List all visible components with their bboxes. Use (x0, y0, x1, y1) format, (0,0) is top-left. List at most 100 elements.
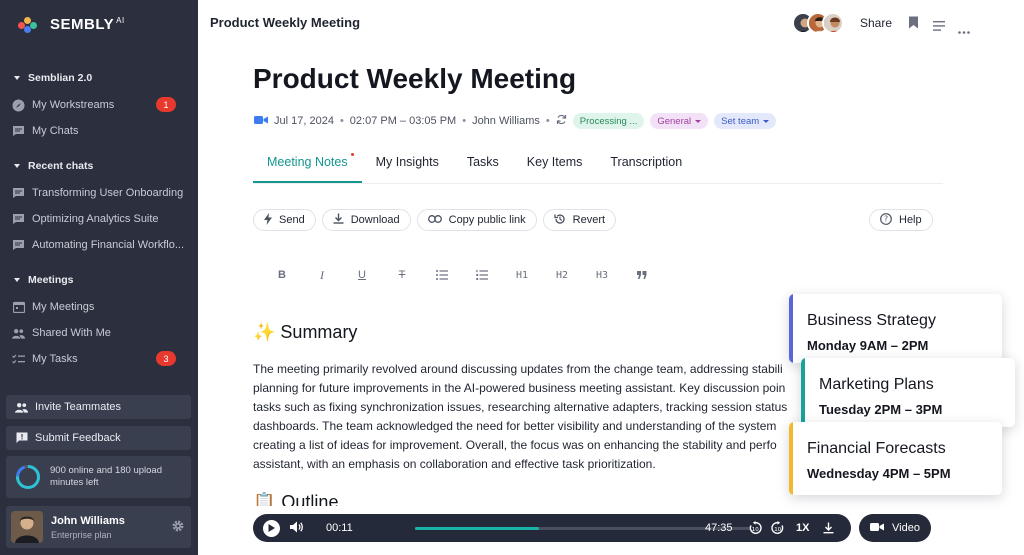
send-button[interactable]: Send (253, 209, 316, 231)
tab-meeting-notes[interactable]: Meeting Notes (253, 153, 362, 183)
help-button[interactable]: ? Help (869, 209, 933, 231)
heading-3-button[interactable]: H3 (582, 267, 622, 283)
sidebar-item-my-workstreams[interactable]: My Workstreams 1 (12, 95, 188, 115)
page-title: Product Weekly Meeting (253, 63, 577, 94)
people-icon (15, 401, 28, 414)
tab-bar: Meeting Notes My Insights Tasks Key Item… (253, 153, 696, 183)
download-icon (333, 213, 344, 227)
numbered-list-icon[interactable] (462, 267, 502, 283)
more-options-icon[interactable] (958, 21, 970, 39)
brand-name: SEMBLY AI (50, 16, 125, 33)
tag-dropdown[interactable]: General (650, 113, 709, 129)
history-icon (554, 213, 566, 228)
heading-2-button[interactable]: H2 (542, 267, 582, 283)
sidebar: SEMBLY AI Semblian 2.0 My Workstreams 1 M… (0, 0, 198, 555)
chat-icon (12, 187, 25, 200)
strikethrough-icon[interactable]: T (382, 267, 422, 283)
clipboard-icon: 📋 (253, 492, 276, 506)
download-icon[interactable] (823, 522, 834, 537)
revert-button[interactable]: Revert (542, 209, 617, 231)
user-name: John Williams (51, 514, 125, 527)
gear-icon[interactable] (171, 519, 185, 538)
question-circle-icon: ? (880, 212, 892, 228)
share-button[interactable]: Share (860, 16, 892, 30)
tab-key-items[interactable]: Key Items (513, 155, 597, 183)
volume-icon[interactable] (290, 521, 304, 536)
submit-feedback-button[interactable]: Submit Feedback (6, 426, 191, 450)
quote-icon[interactable] (622, 267, 662, 283)
rewind-10-icon[interactable]: 10 (748, 521, 762, 538)
caret-down-icon (14, 278, 20, 282)
video-camera-icon (870, 522, 885, 535)
lightning-icon (264, 212, 272, 228)
italic-icon[interactable]: I (302, 267, 342, 283)
section-semblian[interactable]: Semblian 2.0 (14, 72, 92, 84)
svg-text:10: 10 (774, 527, 781, 533)
section-meetings[interactable]: Meetings (14, 274, 74, 286)
feedback-icon (15, 432, 28, 445)
card-accent-bar (789, 422, 793, 495)
team-dropdown[interactable]: Set team (714, 113, 777, 129)
user-plan: Enterprise plan (51, 529, 112, 540)
caret-down-icon (14, 164, 20, 168)
tasks-icon (12, 353, 25, 366)
schedule-card[interactable]: Business Strategy Monday 9AM – 2PM (789, 294, 1002, 363)
user-profile[interactable]: John Williams Enterprise plan (6, 506, 191, 548)
seek-bar[interactable] (415, 527, 751, 530)
forward-10-icon[interactable]: 10 (771, 521, 785, 538)
bold-icon[interactable]: B (262, 267, 302, 283)
invite-teammates-button[interactable]: Invite Teammates (6, 395, 191, 419)
menu-lines-icon[interactable] (933, 18, 945, 36)
avatar (11, 511, 43, 543)
calendar-icon (12, 301, 25, 314)
heading-1-button[interactable]: H1 (502, 267, 542, 283)
meeting-time: 02:07 PM – 03:05 PM (349, 115, 457, 127)
video-button[interactable]: Video (859, 514, 931, 542)
tab-my-insights[interactable]: My Insights (362, 155, 453, 183)
current-time: 00:11 (326, 522, 353, 534)
copy-public-link-button[interactable]: Copy public link (416, 209, 537, 231)
bullet-list-icon[interactable] (422, 267, 462, 283)
tab-tasks[interactable]: Tasks (453, 155, 513, 183)
playback-speed-button[interactable]: 1X (796, 522, 809, 534)
chat-icon (12, 213, 25, 226)
section-recent-chats[interactable]: Recent chats (14, 160, 93, 172)
participants-avatars[interactable] (792, 12, 844, 34)
underline-icon[interactable]: U (342, 267, 382, 283)
status-badge: Processing ... (572, 113, 645, 129)
svg-text:?: ? (884, 214, 888, 223)
card-time: Tuesday 2PM – 3PM (819, 402, 943, 417)
chat-icon (12, 125, 25, 138)
sidebar-item-my-meetings[interactable]: My Meetings (12, 297, 188, 317)
duration: 47:35 (705, 522, 733, 534)
tab-divider (253, 183, 943, 184)
schedule-card[interactable]: Financial Forecasts Wednesday 4PM – 5PM (789, 422, 1002, 495)
chat-icon (12, 239, 25, 252)
sidebar-item-shared-with-me[interactable]: Shared With Me (12, 323, 188, 343)
action-bar: Send Download Copy public link Revert (253, 209, 617, 231)
tasks-count-badge: 3 (156, 351, 176, 366)
download-button[interactable]: Download (321, 209, 411, 231)
video-camera-icon (254, 115, 268, 128)
play-icon[interactable] (263, 519, 280, 537)
summary-heading: ✨ Summary (253, 322, 358, 342)
sidebar-item-my-chats[interactable]: My Chats (12, 121, 188, 141)
logo[interactable]: SEMBLY AI (18, 16, 125, 33)
compass-icon (12, 99, 25, 112)
sidebar-item-recent-chat[interactable]: Optimizing Analytics Suite (12, 209, 188, 229)
meeting-host: John Williams (472, 115, 540, 127)
card-title: Business Strategy (807, 312, 936, 329)
sidebar-item-recent-chat[interactable]: Automating Financial Workflo... (12, 235, 188, 255)
card-title: Marketing Plans (819, 376, 934, 393)
usage-text: 900 online and 180 upload minutes left (50, 465, 162, 488)
bookmark-icon[interactable] (908, 16, 919, 34)
meeting-meta: Jul 17, 2024 • 02:07 PM – 03:05 PM • Joh… (254, 113, 777, 129)
card-accent-bar (789, 294, 793, 363)
sidebar-item-my-tasks[interactable]: My Tasks 3 (12, 349, 188, 369)
sidebar-item-recent-chat[interactable]: Transforming User Onboarding (12, 183, 188, 203)
tab-transcription[interactable]: Transcription (596, 155, 696, 183)
schedule-card[interactable]: Marketing Plans Tuesday 2PM – 3PM (801, 358, 1015, 427)
card-time: Wednesday 4PM – 5PM (807, 466, 951, 481)
sync-icon[interactable] (556, 114, 567, 128)
meeting-date: Jul 17, 2024 (274, 115, 334, 127)
